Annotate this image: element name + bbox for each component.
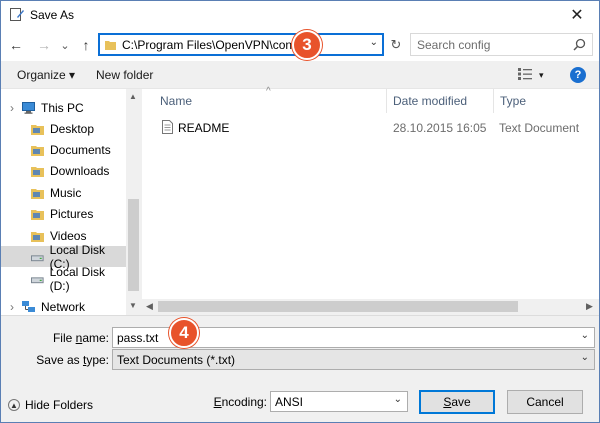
drive-icon	[31, 251, 44, 263]
navigation-scrollbar[interactable]: ▲ ▼	[126, 89, 141, 315]
close-button[interactable]: ✕	[555, 1, 599, 29]
sidebar-item-local-disk-d[interactable]: Local Disk (D:)	[1, 265, 126, 293]
file-name-label: File name:	[52, 331, 109, 345]
scroll-down-icon[interactable]: ▼	[129, 301, 137, 310]
sidebar-item-label: Desktop	[50, 121, 95, 136]
address-path: C:\Program Files\OpenVPN\config	[122, 38, 305, 52]
step-callout-3: 3	[292, 30, 322, 60]
save-as-type-label: Save as type:	[36, 353, 109, 367]
sidebar-item-label: Documents	[50, 142, 111, 157]
refresh-icon[interactable]: ↻	[386, 33, 406, 56]
folder-icon	[31, 208, 44, 220]
up-icon[interactable]: ↑	[78, 35, 94, 55]
scroll-up-icon[interactable]: ▲	[129, 92, 137, 101]
hide-folders-label: Hide Folders	[25, 398, 94, 412]
sidebar-item-label: This PC	[41, 100, 84, 115]
view-dropdown-icon[interactable]: ▾	[539, 70, 544, 81]
file-date: 28.10.2015 16:05	[393, 121, 487, 135]
file-list: Name ^ Date modified Type README 28.10.2…	[142, 86, 599, 315]
sidebar-item-label: Pictures	[50, 206, 94, 221]
file-name: README	[178, 121, 230, 135]
folder-icon	[31, 187, 44, 199]
address-bar[interactable]: C:\Program Files\OpenVPN\config ⌄	[98, 33, 384, 56]
command-toolbar: Organize ▾ New folder ▾ ?	[1, 61, 599, 89]
title-bar: Save As ✕	[1, 1, 599, 29]
chevron-right-icon[interactable]: ›	[10, 101, 14, 115]
save-as-type-value: Text Documents (*.txt)	[117, 353, 236, 367]
sidebar-item-label: Local Disk (D:)	[49, 264, 105, 293]
save-button[interactable]: Save	[419, 390, 495, 414]
sidebar-item-pictures[interactable]: Pictures	[1, 203, 126, 224]
save-options: File name: pass.txt ⌄ Save as type: Text…	[1, 315, 599, 422]
save-as-dialog: Save As ✕ ← → ⌄ ↑ C:\Program Files\OpenV…	[0, 0, 600, 423]
column-header-type[interactable]: Type	[494, 89, 599, 113]
sidebar-item-label: Network	[41, 299, 86, 314]
sidebar-item-music[interactable]: Music	[1, 182, 126, 203]
search-placeholder: Search config	[417, 38, 491, 52]
horizontal-scrollbar[interactable]: ◀ ▶	[142, 299, 599, 315]
sidebar-item-label: Music	[50, 185, 82, 200]
folder-icon	[105, 41, 116, 50]
sort-ascending-icon: ^	[266, 86, 271, 97]
sidebar-item-this-pc[interactable]: › This PC	[1, 97, 126, 118]
encoding-select[interactable]: ANSI ⌄	[270, 391, 408, 412]
sidebar-item-desktop[interactable]: Desktop	[1, 118, 126, 139]
chevron-down-icon[interactable]: ⌄	[394, 394, 402, 405]
chevron-down-icon[interactable]: ⌄	[581, 330, 589, 341]
file-row[interactable]: README 28.10.2015 16:05 Text Document	[142, 117, 599, 139]
back-icon[interactable]: ←	[7, 35, 25, 55]
view-options-icon[interactable]	[518, 68, 532, 80]
pc-icon	[22, 101, 35, 114]
window-title: Save As	[30, 8, 75, 22]
scrollbar-thumb[interactable]	[158, 301, 518, 312]
folder-icon	[31, 165, 44, 177]
file-name-value: pass.txt	[117, 331, 159, 345]
save-as-icon	[10, 8, 24, 21]
encoding-value: ANSI	[275, 395, 304, 409]
new-folder-button[interactable]: New folder	[96, 68, 153, 82]
text-document-icon	[162, 120, 173, 134]
search-input[interactable]: Search config	[410, 33, 593, 56]
sidebar-item-downloads[interactable]: Downloads	[1, 160, 126, 181]
folder-icon	[31, 144, 44, 156]
save-as-type-select[interactable]: Text Documents (*.txt) ⌄	[112, 349, 595, 370]
hide-folders-button[interactable]: ▲ Hide Folders	[8, 398, 93, 412]
scroll-right-icon[interactable]: ▶	[586, 301, 593, 312]
organize-button[interactable]: Organize ▾	[17, 68, 75, 82]
scroll-left-icon[interactable]: ◀	[146, 301, 153, 312]
column-header-date[interactable]: Date modified	[387, 89, 492, 113]
sidebar-item-network[interactable]: › Network	[1, 296, 126, 315]
chevron-up-icon: ▲	[8, 399, 20, 411]
sidebar-item-documents[interactable]: Documents	[1, 139, 126, 160]
cancel-button[interactable]: Cancel	[507, 390, 583, 414]
scrollbar-thumb[interactable]	[128, 199, 139, 291]
chevron-down-icon[interactable]: ⌄	[370, 37, 378, 48]
file-type: Text Document	[499, 121, 580, 135]
folder-icon	[31, 230, 44, 242]
step-callout-4: 4	[169, 318, 199, 348]
sidebar-item-label: Videos	[50, 228, 87, 243]
recent-locations-icon[interactable]: ⌄	[58, 35, 72, 55]
search-icon	[573, 38, 586, 51]
sidebar-item-label: Downloads	[50, 163, 110, 178]
folder-icon	[31, 123, 44, 135]
navigation-pane: › This PC Desktop Documents Downloads Music Pi…	[1, 89, 141, 315]
drive-icon	[31, 273, 44, 285]
network-icon	[22, 300, 35, 313]
chevron-right-icon[interactable]: ›	[10, 300, 14, 314]
forward-icon[interactable]: →	[35, 35, 53, 55]
help-icon[interactable]: ?	[570, 67, 586, 83]
encoding-label: Encoding:	[213, 395, 267, 409]
chevron-down-icon[interactable]: ⌄	[581, 352, 589, 363]
